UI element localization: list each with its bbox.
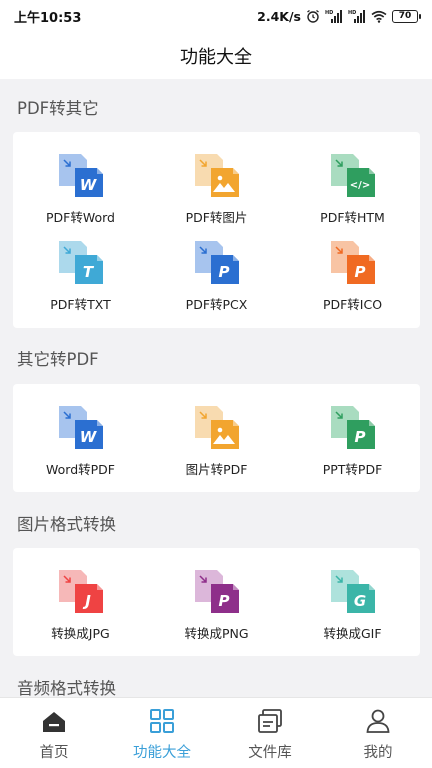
tool-word-to-pdf[interactable]: W Word转PDF [13, 404, 148, 478]
svg-text:T: T [82, 263, 94, 281]
status-bar: 上午10:53 2.4K/s HD HD 70 [0, 0, 432, 32]
alarm-icon [306, 9, 320, 23]
section-title-other-to-pdf: 其它转PDF [17, 350, 99, 369]
home-icon [41, 708, 67, 738]
tool-pdf-to-htm[interactable]: </> PDF转HTM [285, 152, 420, 226]
svg-text:</>: </> [349, 180, 369, 191]
word-icon: W [57, 404, 105, 454]
tool-label: Word转PDF [46, 462, 115, 477]
gif-icon: G [329, 568, 377, 618]
section-title-image-format: 图片格式转换 [17, 515, 116, 534]
nav-mine[interactable]: 我的 [324, 698, 432, 768]
grid-icon [149, 708, 175, 738]
bottom-nav: 首页 功能大全 文件库 我的 [0, 697, 432, 768]
svg-text:P: P [218, 592, 229, 610]
card-other-to-pdf: W Word转PDF 图片转PDF P PPT转PDF [13, 384, 420, 492]
tool-pdf-to-image[interactable]: PDF转图片 [149, 152, 284, 226]
nav-label-file-library: 文件库 [248, 745, 292, 761]
section-title-pdf-to-other: PDF转其它 [17, 99, 99, 118]
nav-label-all-features: 功能大全 [133, 745, 191, 761]
svg-text:W: W [79, 428, 97, 446]
pcx-icon: P [193, 239, 241, 289]
nav-all-features[interactable]: 功能大全 [108, 698, 216, 768]
image-icon [193, 404, 241, 454]
nav-label-mine: 我的 [363, 745, 393, 761]
tool-label: PDF转TXT [50, 297, 111, 312]
tool-label: PDF转Word [46, 210, 115, 225]
card-image-format: J 转换成JPG P 转换成PNG G 转换成GIF [13, 548, 420, 656]
battery-icon: 70 [392, 9, 421, 23]
tool-convert-gif[interactable]: G 转换成GIF [285, 568, 420, 642]
tool-label: 图片转PDF [185, 462, 248, 477]
tool-pdf-to-txt[interactable]: T PDF转TXT [13, 239, 148, 313]
txt-icon: T [57, 239, 105, 289]
tool-label: PPT转PDF [322, 462, 383, 477]
svg-text:W: W [79, 176, 97, 194]
jpg-icon: J [57, 568, 105, 618]
tool-convert-png[interactable]: P 转换成PNG [149, 568, 284, 642]
folder-icon [257, 708, 283, 738]
nav-label-home: 首页 [39, 745, 69, 761]
word-icon: W [57, 152, 105, 202]
tool-pdf-to-pcx[interactable]: P PDF转PCX [149, 239, 284, 313]
tool-label: 转换成GIF [323, 626, 382, 641]
tool-label: PDF转HTM [320, 210, 385, 225]
image-icon [193, 152, 241, 202]
feature-list[interactable]: PDF转其它 W PDF转Word PDF转图片 </> PDF转HTM T PDF转… [0, 79, 432, 697]
svg-text:P: P [354, 263, 365, 281]
page-title: 功能大全 [0, 32, 432, 79]
tool-label: 转换成PNG [184, 626, 249, 641]
nav-home[interactable]: 首页 [0, 698, 108, 768]
section-title-audio-format: 音频格式转换 [17, 679, 116, 697]
signal-hd-icon: HD [325, 9, 343, 23]
network-speed: 2.4K/s [257, 8, 301, 24]
nav-file-library[interactable]: 文件库 [216, 698, 324, 768]
wifi-icon [371, 10, 387, 23]
status-time: 上午10:53 [14, 10, 82, 26]
tool-image-to-pdf[interactable]: 图片转PDF [149, 404, 284, 478]
svg-text:HD: HD [325, 10, 333, 16]
tool-label: 转换成JPG [51, 626, 110, 641]
svg-text:HD: HD [348, 10, 356, 16]
tool-label: PDF转PCX [185, 297, 248, 312]
svg-text:G: G [353, 592, 365, 610]
signal-hd-icon-2: HD [348, 9, 366, 23]
html-icon: </> [329, 152, 377, 202]
status-right: 2.4K/s HD HD 70 [257, 8, 421, 24]
tool-convert-jpg[interactable]: J 转换成JPG [13, 568, 148, 642]
ico-icon: P [329, 239, 377, 289]
svg-text:P: P [354, 428, 365, 446]
ppt-icon: P [329, 404, 377, 454]
svg-text:P: P [218, 263, 229, 281]
card-pdf-to-other: W PDF转Word PDF转图片 </> PDF转HTM T PDF转TXT P PD… [13, 132, 420, 328]
png-icon: P [193, 568, 241, 618]
tool-ppt-to-pdf[interactable]: P PPT转PDF [285, 404, 420, 478]
user-icon [365, 708, 391, 738]
tool-label: PDF转ICO [322, 297, 383, 312]
tool-pdf-to-word[interactable]: W PDF转Word [13, 152, 148, 226]
tool-pdf-to-ico[interactable]: P PDF转ICO [285, 239, 420, 313]
tool-label: PDF转图片 [185, 210, 248, 225]
